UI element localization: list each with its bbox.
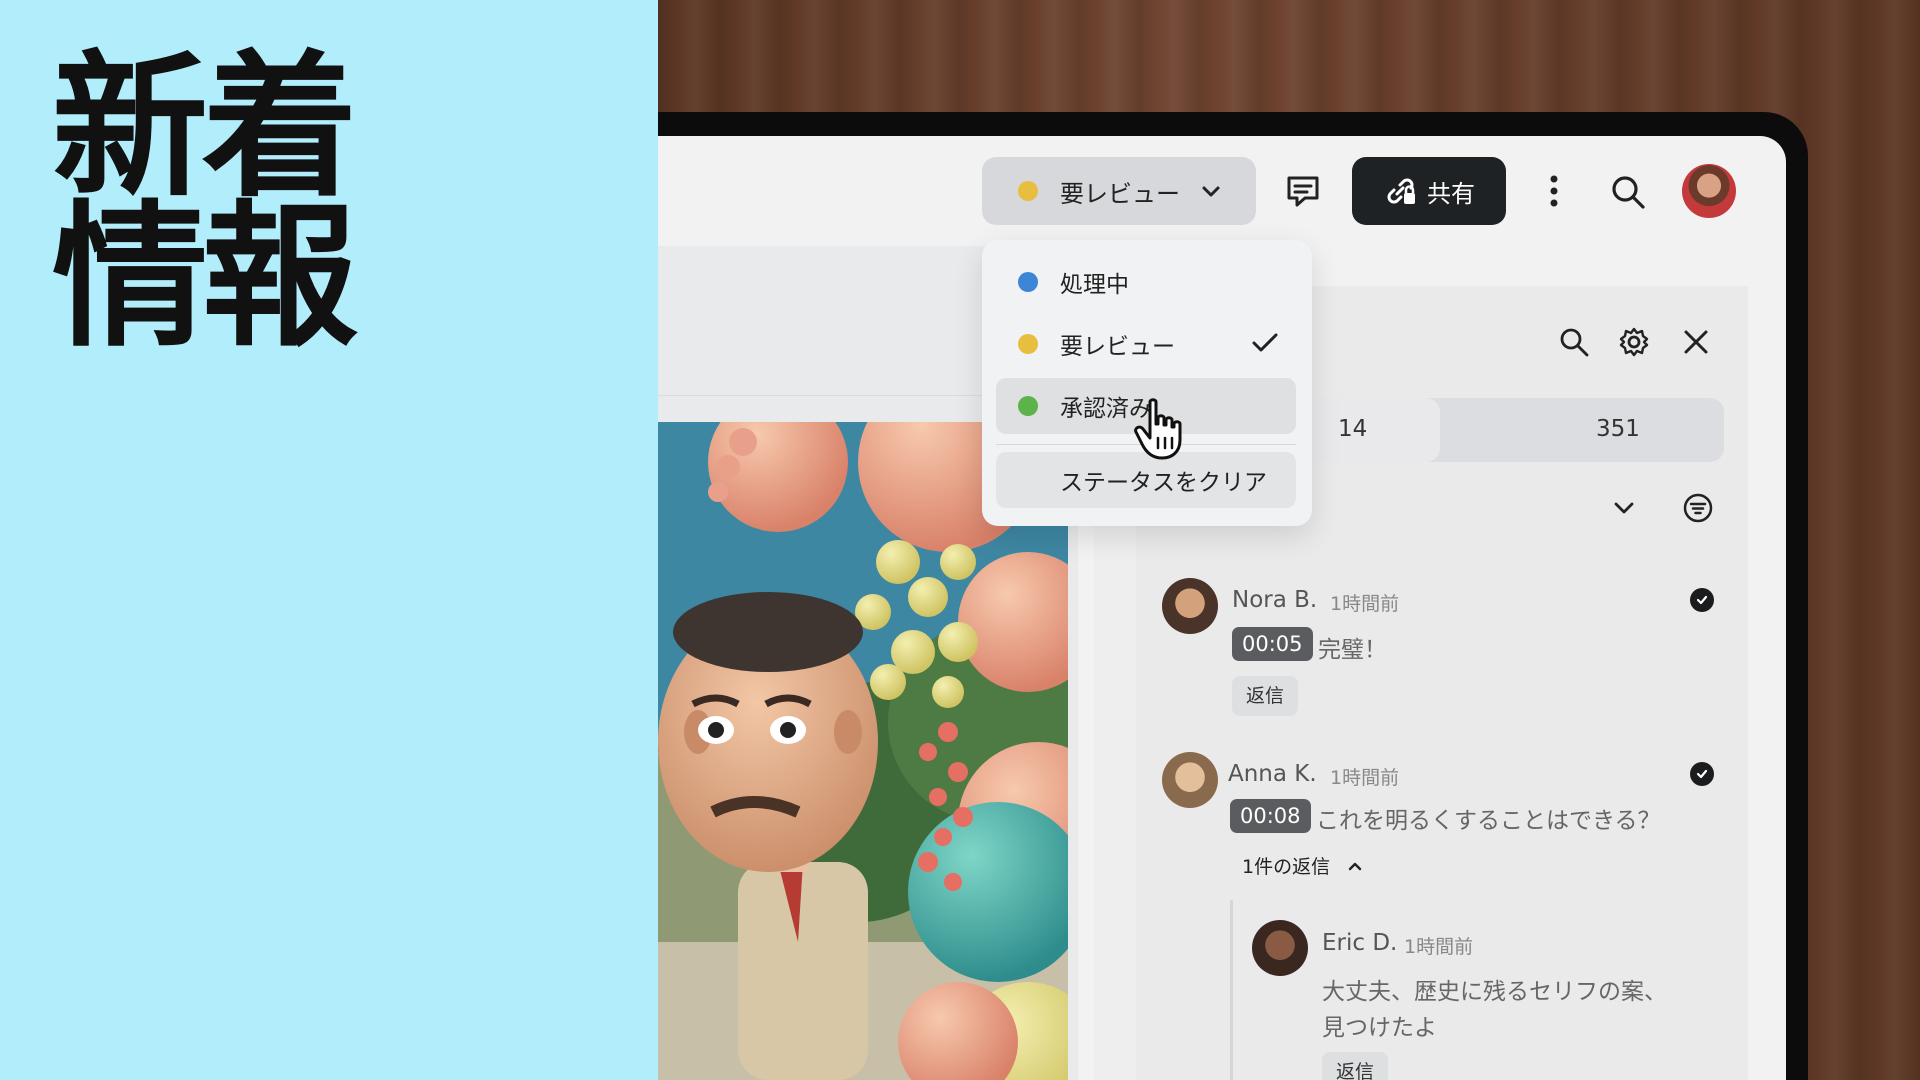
avatar — [1162, 578, 1218, 634]
status-dot-icon — [1018, 181, 1038, 201]
comment-text: これを明るくすることはできる？ — [1316, 808, 1661, 834]
hand-cursor-icon — [1134, 398, 1182, 460]
reply-button[interactable]: 返信 — [1322, 1052, 1389, 1080]
search-button[interactable] — [1606, 170, 1650, 214]
panel-settings-button[interactable] — [1614, 322, 1654, 362]
promo-panel: 新着 情報 — [0, 0, 658, 1080]
comments-button[interactable] — [1282, 170, 1324, 212]
status-dot-icon — [1018, 396, 1038, 416]
avatar — [1162, 752, 1218, 808]
search-icon — [1612, 176, 1645, 209]
promo-title: 新着 情報 — [52, 36, 358, 368]
panel-search-button[interactable] — [1554, 322, 1594, 362]
reply-time: 1時間前 — [1404, 936, 1474, 958]
user-avatar[interactable] — [1682, 164, 1736, 218]
kebab-menu-icon — [1550, 175, 1558, 207]
checkmark-icon — [1252, 333, 1278, 352]
comment-time: 1時間前 — [1330, 593, 1400, 615]
filter-icon — [1683, 493, 1713, 523]
panel-close-button[interactable] — [1676, 322, 1716, 362]
comment-icon — [1287, 176, 1319, 207]
sort-dropdown-button[interactable] — [1606, 490, 1642, 526]
filter-button[interactable] — [1678, 488, 1718, 528]
tab-count-all[interactable]: 351 — [1596, 416, 1640, 442]
status-dropdown-button[interactable]: 要レビュー — [982, 157, 1256, 225]
avatar — [1252, 920, 1308, 976]
search-icon — [1560, 328, 1589, 357]
comment-author: Nora B. — [1232, 587, 1318, 613]
comment-text: 完璧！ — [1318, 637, 1387, 663]
reply-button[interactable]: 返信 — [1232, 676, 1299, 716]
share-label: 共有 — [1427, 179, 1475, 208]
reply-text-line-2: 見つけたよ — [1322, 1015, 1437, 1041]
link-lock-icon — [1387, 178, 1415, 204]
status-label: 要レビュー — [1060, 179, 1180, 208]
comment-timestamp[interactable]: 00:05 — [1232, 627, 1313, 661]
replies-toggle[interactable]: 1件の返信 — [1242, 852, 1364, 879]
comment-timestamp[interactable]: 00:08 — [1230, 799, 1311, 833]
reply-text-line-1: 大丈夫、歴史に残るセリフの案、 — [1322, 979, 1667, 1005]
chevron-down-icon — [1202, 186, 1220, 197]
reply-author: Eric D. — [1322, 930, 1398, 956]
thread-line — [1230, 900, 1233, 1080]
resolved-check-icon[interactable] — [1690, 762, 1714, 786]
comment-author: Anna K. — [1228, 761, 1317, 787]
status-dot-icon — [1018, 272, 1038, 292]
chevron-up-icon — [1348, 862, 1362, 870]
share-button[interactable]: 共有 — [1352, 157, 1506, 225]
status-dot-icon — [1018, 334, 1038, 354]
comment-time: 1時間前 — [1330, 767, 1400, 789]
clear-status-label: ステータスをクリア — [1060, 470, 1267, 496]
status-option-label: 処理中 — [1060, 272, 1129, 298]
resolved-check-icon[interactable] — [1690, 588, 1714, 612]
chevron-down-icon — [1614, 502, 1634, 514]
gear-icon — [1619, 327, 1649, 357]
close-icon — [1684, 330, 1708, 354]
replies-toggle-label: 1件の返信 — [1242, 856, 1331, 878]
more-options-button[interactable] — [1536, 170, 1572, 212]
status-option-label: 要レビュー — [1060, 334, 1175, 360]
tab-count-open: 14 — [1338, 416, 1368, 442]
status-option-processing[interactable]: 処理中 — [996, 254, 1296, 310]
